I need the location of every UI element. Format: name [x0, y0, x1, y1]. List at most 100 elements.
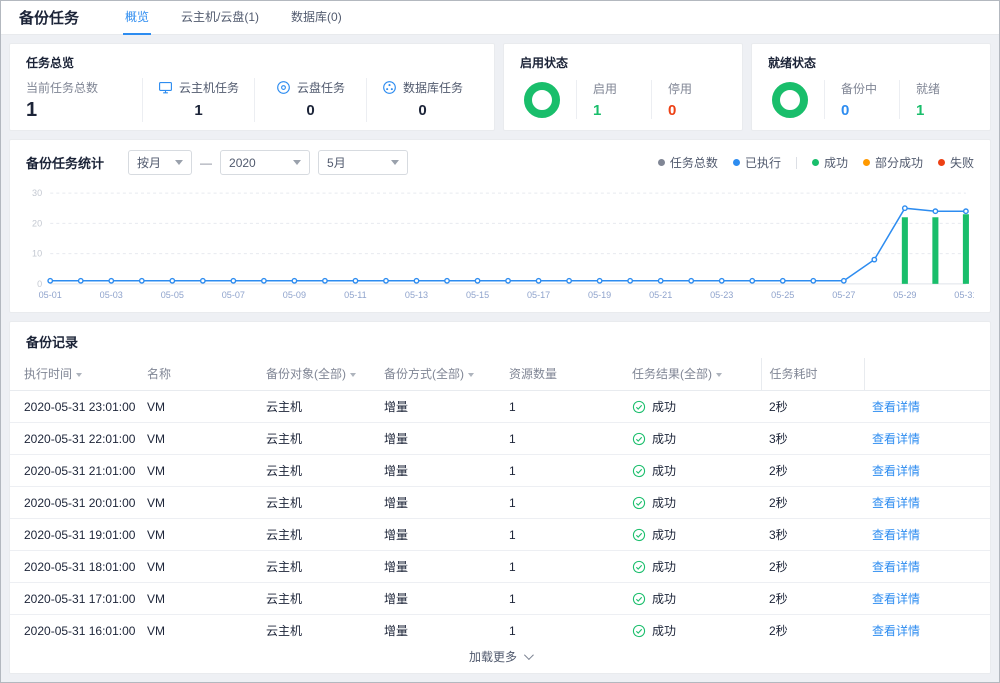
result-label: 成功 — [652, 494, 676, 511]
cell-backup-method: 增量 — [376, 583, 501, 615]
cell-backup-object: 云主机 — [258, 455, 376, 487]
legend-item[interactable]: 任务总数 — [658, 154, 718, 171]
month-select-value: 5月 — [327, 154, 346, 171]
cell-backup-object: 云主机 — [258, 423, 376, 455]
period-select[interactable]: 按月 — [128, 150, 192, 175]
status-stat: 备份中0 — [824, 80, 899, 119]
cell-backup-method: 增量 — [376, 519, 501, 551]
cell-task-result: 成功 — [632, 558, 753, 575]
cell-task-result: 成功 — [632, 494, 753, 511]
result-label: 成功 — [652, 398, 676, 415]
view-details-link[interactable]: 查看详情 — [872, 528, 920, 542]
cell-exec-time: 2020-05-31 19:01:00 — [10, 519, 139, 551]
tab-host-disk[interactable]: 云主机/云盘(1) — [179, 1, 261, 35]
svg-text:05-25: 05-25 — [771, 290, 794, 300]
status-donut — [772, 82, 808, 118]
cell-exec-time: 2020-05-31 17:01:00 — [10, 583, 139, 615]
overview-item-value: 1 — [143, 102, 254, 119]
legend-dot — [733, 159, 740, 166]
records-table: 执行时间名称备份对象(全部)备份方式(全部)资源数量任务结果(全部)任务耗时 2… — [10, 358, 990, 641]
status-stat: 停用0 — [651, 80, 726, 119]
cell-duration: 2秒 — [761, 551, 864, 583]
chevron-down-icon — [76, 373, 82, 377]
column-header-label: 备份方式(全部) — [384, 367, 464, 381]
overview-card-title: 任务总览 — [26, 54, 478, 71]
view-details-link[interactable]: 查看详情 — [872, 496, 920, 510]
cell-duration: 2秒 — [761, 615, 864, 641]
backup-records-card: 备份记录 执行时间名称备份对象(全部)备份方式(全部)资源数量任务结果(全部)任… — [9, 321, 991, 674]
host-icon — [158, 80, 173, 95]
column-header-label: 备份对象(全部) — [266, 367, 346, 381]
cell-resource-count: 1 — [501, 487, 624, 519]
chevron-down-icon — [468, 373, 474, 377]
cell-task-result: 成功 — [632, 590, 753, 607]
view-details-link[interactable]: 查看详情 — [872, 560, 920, 574]
cell-duration: 2秒 — [761, 455, 864, 487]
tab-overview[interactable]: 概览 — [123, 1, 151, 35]
svg-text:05-31: 05-31 — [954, 290, 974, 300]
result-label: 成功 — [652, 590, 676, 607]
svg-text:05-09: 05-09 — [283, 290, 306, 300]
legend-item[interactable]: 已执行 — [733, 154, 781, 171]
view-details-link[interactable]: 查看详情 — [872, 592, 920, 606]
view-details-link[interactable]: 查看详情 — [872, 400, 920, 414]
legend-label: 成功 — [824, 154, 848, 171]
result-label: 成功 — [652, 430, 676, 447]
column-header-label: 执行时间 — [24, 367, 72, 381]
result-label: 成功 — [652, 526, 676, 543]
legend-item[interactable]: 成功 — [812, 154, 848, 171]
cell-backup-object: 云主机 — [258, 519, 376, 551]
cell-name: VM — [139, 455, 258, 487]
stat-value: 1 — [916, 102, 974, 119]
overview-body: 当前任务总数 1 云主机任务1云盘任务0数据库任务0 — [26, 78, 478, 122]
column-header[interactable]: 任务结果(全部) — [624, 358, 761, 391]
legend-label: 任务总数 — [670, 154, 718, 171]
svg-text:0: 0 — [37, 279, 42, 289]
legend-item[interactable]: 部分成功 — [863, 154, 923, 171]
success-icon — [632, 464, 646, 478]
total-tasks-cell: 当前任务总数 1 — [26, 78, 142, 122]
tab-database[interactable]: 数据库(0) — [289, 1, 344, 35]
load-more-button[interactable]: 加载更多 — [10, 641, 990, 673]
view-details-link[interactable]: 查看详情 — [872, 464, 920, 478]
svg-text:05-15: 05-15 — [466, 290, 489, 300]
year-select-value: 2020 — [229, 156, 256, 170]
overview-item-host-tasks: 云主机任务1 — [142, 78, 254, 122]
cell-task-result: 成功 — [632, 430, 753, 447]
chevron-down-icon — [293, 160, 301, 165]
cell-duration: 2秒 — [761, 487, 864, 519]
success-icon — [632, 528, 646, 542]
success-icon — [632, 432, 646, 446]
top-bar: 备份任务 概览云主机/云盘(1)数据库(0) — [1, 1, 999, 35]
month-select[interactable]: 5月 — [318, 150, 408, 175]
cell-name: VM — [139, 391, 258, 423]
legend-dot — [812, 159, 819, 166]
load-more-label: 加载更多 — [469, 648, 517, 665]
cell-task-result: 成功 — [632, 462, 753, 479]
column-header[interactable]: 备份对象(全部) — [258, 358, 376, 391]
column-header[interactable]: 备份方式(全部) — [376, 358, 501, 391]
legend-item[interactable]: 失败 — [938, 154, 974, 171]
view-details-link[interactable]: 查看详情 — [872, 432, 920, 446]
stat-label: 就绪 — [916, 80, 974, 97]
cell-duration: 3秒 — [761, 519, 864, 551]
cell-task-result: 成功 — [632, 526, 753, 543]
cell-backup-method: 增量 — [376, 423, 501, 455]
column-header-label: 任务结果(全部) — [632, 367, 712, 381]
year-select[interactable]: 2020 — [220, 150, 310, 175]
view-details-link[interactable]: 查看详情 — [872, 624, 920, 638]
cell-exec-time: 2020-05-31 23:01:00 — [10, 391, 139, 423]
cell-name: VM — [139, 423, 258, 455]
result-label: 成功 — [652, 558, 676, 575]
chevron-down-icon — [350, 373, 356, 377]
column-header: 名称 — [139, 358, 258, 391]
table-row: 2020-05-31 21:01:00VM云主机增量1成功2秒查看详情 — [10, 455, 990, 487]
column-header-label: 任务耗时 — [770, 367, 818, 381]
column-header[interactable]: 执行时间 — [10, 358, 139, 391]
chevron-down-icon — [391, 160, 399, 165]
column-header — [864, 358, 990, 391]
cell-resource-count: 1 — [501, 583, 624, 615]
cell-exec-time: 2020-05-31 22:01:00 — [10, 423, 139, 455]
chevron-down-icon — [716, 373, 722, 377]
chart-header: 备份任务统计 按月—20205月 任务总数已执行成功部分成功失败 — [26, 150, 974, 175]
